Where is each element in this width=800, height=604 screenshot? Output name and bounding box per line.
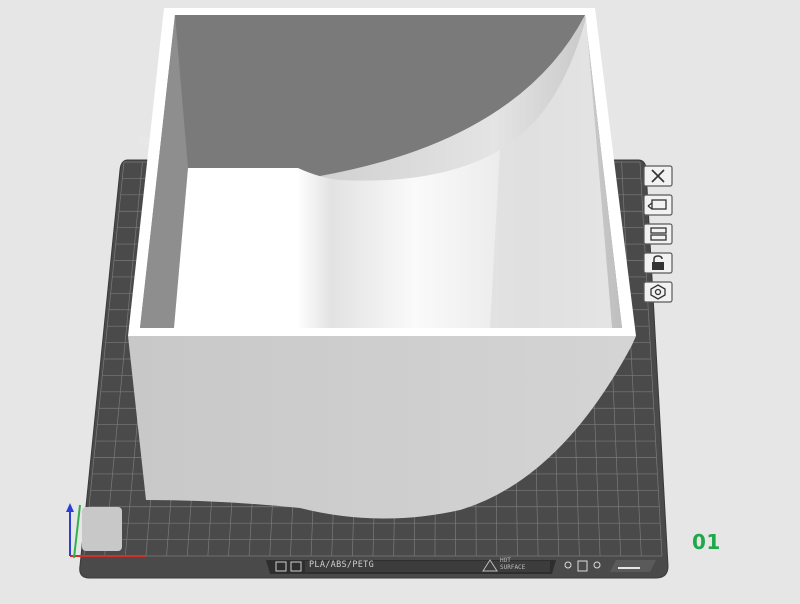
plate-settings-button[interactable] (643, 281, 673, 303)
lock-plate-button[interactable] (643, 252, 673, 274)
y-axis-indicator (74, 505, 80, 558)
filament-compat-label: PLA/ABS/PETG (309, 560, 374, 570)
lock-icon (643, 252, 673, 274)
hot-surface-label: HOT SURFACE (500, 558, 560, 571)
auto-orient-button[interactable] (643, 194, 673, 216)
3d-viewport[interactable]: 01 PLA/ABS/PETG HOT SURFACE (0, 0, 800, 600)
scene-canvas[interactable] (0, 0, 800, 600)
remove-plate-button[interactable] (643, 165, 673, 187)
hot-surface-line2: SURFACE (500, 565, 560, 572)
layout-icon (643, 223, 673, 245)
z-axis-arrow-icon (66, 503, 74, 512)
close-icon (643, 165, 673, 187)
arrange-icon (643, 194, 673, 216)
plate-number[interactable]: 01 (692, 530, 721, 554)
arrange-objects-button[interactable] (643, 223, 673, 245)
model-object[interactable] (128, 8, 636, 519)
settings-icon (643, 281, 673, 303)
origin-marker (82, 507, 122, 551)
